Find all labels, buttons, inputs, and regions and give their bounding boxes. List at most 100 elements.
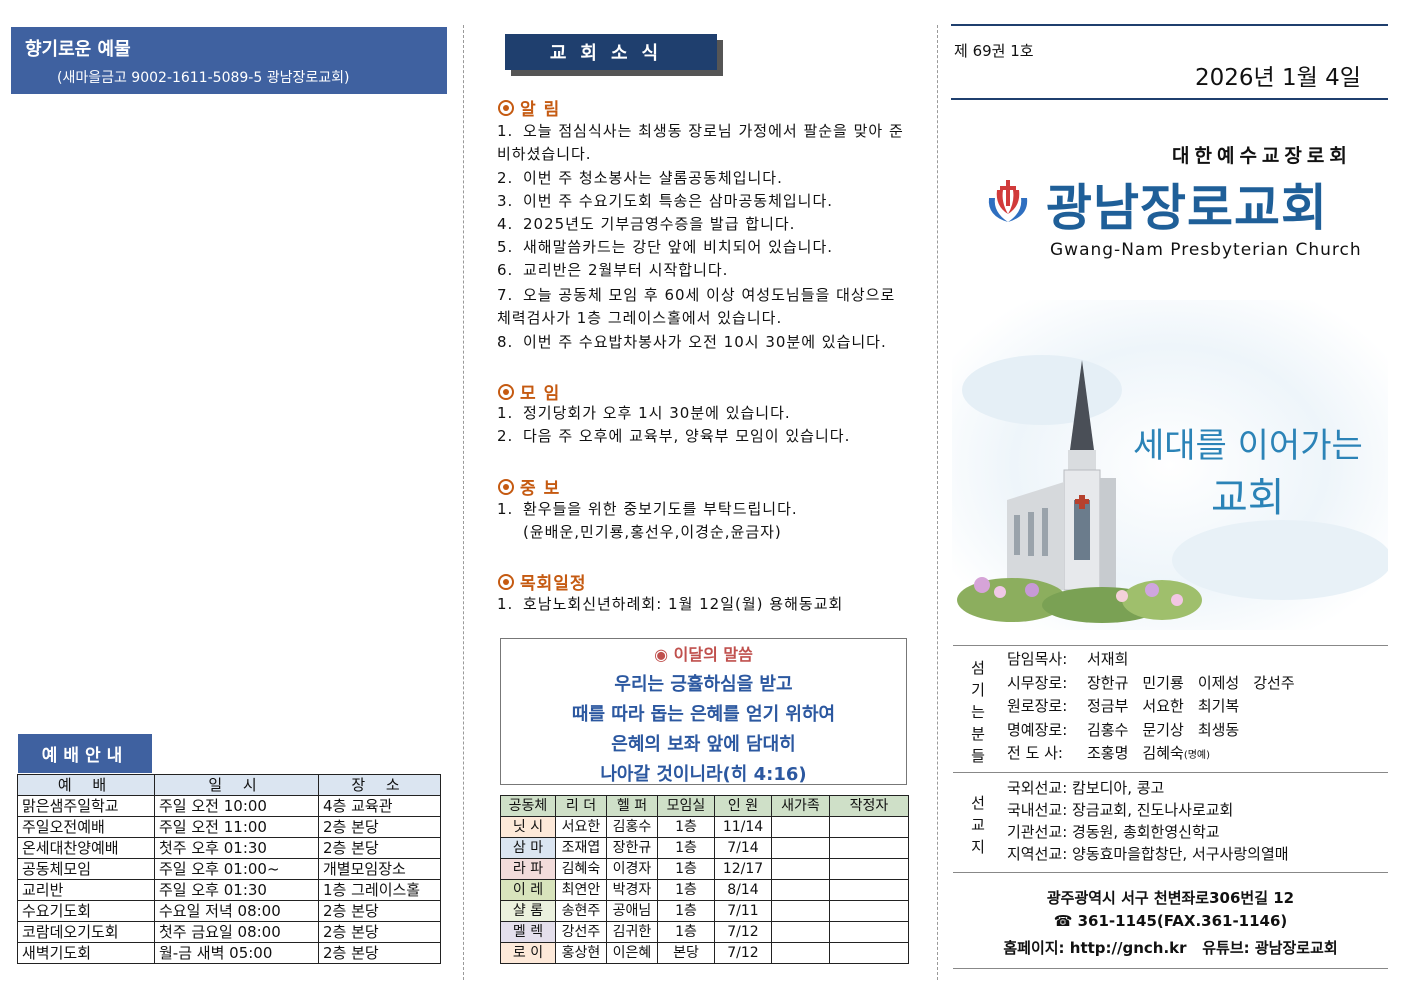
col-header-place: 장 소 bbox=[318, 774, 441, 796]
bullet-icon bbox=[498, 100, 514, 116]
service-place: 개별모임장소 bbox=[318, 858, 441, 880]
announcement-text: 이번 주 청소봉사는 샬롬공동체입니다. bbox=[523, 169, 783, 187]
slogan-line-1: 세대를 이어가는 bbox=[1133, 426, 1363, 466]
col-header: 헬 퍼 bbox=[606, 795, 658, 817]
table-row: 맑은샘주일학교 주일 오전 10:00 4층 교육관 bbox=[17, 795, 441, 817]
group-room: 본당 bbox=[657, 942, 715, 964]
denomination: 대한예수교장로회 bbox=[1172, 145, 1352, 167]
staff-role: 전 도 사: bbox=[1007, 744, 1063, 762]
offering-account: (새마을금고 9002-1611-5089-5 광남장로교회) bbox=[57, 70, 350, 86]
bullet-icon bbox=[498, 479, 514, 495]
list-item: 1. 오늘 점심식사는 최생동 장로님 가정에서 팔순을 맞아 준비하셨습니다. bbox=[497, 122, 904, 163]
group-newcomers bbox=[771, 942, 830, 964]
service-name: 맑은샘주일학교 bbox=[17, 795, 155, 817]
service-name: 온세대찬양예배 bbox=[17, 837, 155, 859]
table-row: 코람데오기도회 첫주 금요일 08:00 2층 본당 bbox=[17, 921, 441, 943]
col-header-time: 일 시 bbox=[154, 774, 319, 796]
service-name: 새벽기도회 bbox=[17, 942, 155, 964]
group-pledgers bbox=[829, 837, 909, 859]
group-count: 7/11 bbox=[714, 900, 772, 922]
presbytery-text: 호남노회신년하례회: 1월 12일(월) 용해동교회 bbox=[523, 595, 844, 613]
table-row: 샬 롬 송현주 공애님 1층 7/11 bbox=[500, 900, 909, 922]
worship-schedule-table: 예 배 일 시 장 소 맑은샘주일학교 주일 오전 10:00 4층 교육관 주일오… bbox=[17, 774, 441, 964]
group-room: 1층 bbox=[657, 837, 715, 859]
group-leader: 강선주 bbox=[555, 921, 607, 943]
group-room: 1층 bbox=[657, 879, 715, 901]
group-room: 1층 bbox=[657, 921, 715, 943]
list-item: 2. 이번 주 청소봉사는 샬롬공동체입니다. bbox=[497, 169, 783, 187]
service-place: 1층 그레이스홀 bbox=[318, 879, 441, 901]
verse-line: 은혜의 보좌 앞에 담대히 bbox=[611, 734, 796, 755]
list-item: 6. 교리반은 2월부터 시작합니다. bbox=[497, 261, 729, 279]
issue-number: 제 69권 1호 bbox=[954, 42, 1034, 60]
church-web-links[interactable]: 홈페이지: http://gnch.kr 유튜브: 광남장로교회 bbox=[953, 937, 1388, 958]
service-place: 4층 교육관 bbox=[318, 795, 441, 817]
column-divider-right bbox=[937, 25, 938, 980]
staff-row: 전 도 사: 조홍명 김혜숙(명예) bbox=[1007, 742, 1210, 767]
group-pledgers bbox=[829, 858, 909, 880]
list-item: 1. 호남노회신년하례회: 1월 12일(월) 용해동교회 bbox=[497, 595, 844, 613]
list-item: 8. 이번 주 수요밥차봉사가 오전 10시 30분에 있습니다. bbox=[497, 333, 887, 351]
table-row: 로 이 홍상현 이은혜 본당 7/12 bbox=[500, 942, 909, 964]
group-name: 로 이 bbox=[500, 942, 556, 964]
service-time: 월-금 새벽 05:00 bbox=[154, 942, 319, 964]
staff-role: 시무장로: bbox=[1007, 673, 1068, 692]
staff-row: 담임목사: 서재희 bbox=[1007, 648, 1142, 671]
slogan-line-2: 교회 bbox=[1211, 475, 1285, 521]
table-row: 삼 마 조재엽 장한규 1층 7/14 bbox=[500, 837, 909, 859]
divider bbox=[953, 645, 1388, 646]
meeting-text: 정기당회가 오후 1시 30분에 있습니다. bbox=[523, 404, 791, 422]
group-newcomers bbox=[771, 816, 830, 838]
church-name-english: Gwang-Nam Presbyterian Church bbox=[1050, 240, 1362, 260]
announcement-text: 새해말씀카드는 강단 앞에 비치되어 있습니다. bbox=[523, 238, 834, 256]
service-time: 첫주 오후 01:30 bbox=[154, 837, 319, 859]
mission-vertical-label: 선교지 bbox=[971, 794, 985, 856]
section-label: 목회일정 bbox=[520, 574, 587, 594]
monthly-verse-box: ◉ 이달의 말씀 우리는 긍휼하심을 받고 때를 따라 돕는 은혜를 얻기 위하… bbox=[500, 638, 907, 785]
group-name: 멜 렉 bbox=[500, 921, 556, 943]
announcement-text: 이번 주 수요기도회 특송은 삼마공동체입니다. bbox=[523, 192, 834, 210]
staff-row: 시무장로: 장한규 민기룡 이제성 강선주 bbox=[1007, 672, 1309, 695]
group-newcomers bbox=[771, 921, 830, 943]
verse-line: 때를 따라 돕는 은혜를 얻기 위하여 bbox=[571, 704, 836, 725]
table-header-row: 예 배 일 시 장 소 bbox=[17, 774, 441, 796]
list-item: 5. 새해말씀카드는 강단 앞에 비치되어 있습니다. bbox=[497, 238, 834, 256]
table-row: 온세대찬양예배 첫주 오후 01:30 2층 본당 bbox=[17, 837, 441, 859]
service-place: 2층 본당 bbox=[318, 837, 441, 859]
staff-name: 이제성 bbox=[1197, 673, 1240, 692]
group-count: 8/14 bbox=[714, 879, 772, 901]
divider bbox=[953, 772, 1388, 773]
group-leader: 송현주 bbox=[555, 900, 607, 922]
announcement-text: 오늘 점심식사는 최생동 장로님 가정에서 팔순을 맞아 준비하셨습니다. bbox=[497, 122, 904, 163]
staff-name: 강선주 bbox=[1253, 673, 1295, 692]
section-heading-announcements: 알림 bbox=[498, 95, 567, 120]
group-pledgers bbox=[829, 879, 909, 901]
divider bbox=[953, 872, 1388, 873]
church-news-title: 교회소식 bbox=[505, 34, 717, 70]
list-item: 2. 다음 주 오후에 교육부, 양육부 모임이 있습니다. bbox=[497, 427, 851, 445]
staff-role: 담임목사: bbox=[1007, 650, 1068, 668]
service-name: 주일오전예배 bbox=[17, 816, 155, 838]
group-pledgers bbox=[829, 942, 909, 964]
list-item: 3. 이번 주 수요기도회 특송은 삼마공동체입니다. bbox=[497, 192, 834, 210]
announcement-text: 이번 주 수요밥차봉사가 오전 10시 30분에 있습니다. bbox=[523, 333, 887, 351]
staff-name: 정금부 bbox=[1087, 697, 1129, 715]
group-count: 7/12 bbox=[714, 921, 772, 943]
group-leader: 김혜숙 bbox=[555, 858, 607, 880]
group-count: 12/17 bbox=[714, 858, 772, 880]
staff-name: 조홍명 bbox=[1087, 744, 1129, 762]
church-logo-icon bbox=[988, 180, 1028, 222]
group-name: 이 레 bbox=[500, 879, 556, 901]
section-heading-prayer: 중보 bbox=[498, 474, 567, 499]
prayer-names: (윤배운,민기룡,홍선우,이경순,윤금자) bbox=[523, 523, 782, 541]
table-header-row: 공동체 리 더 헬 퍼 모임실 인 원 새가족 작정자 bbox=[500, 795, 909, 817]
staff-name: 서재희 bbox=[1087, 650, 1129, 668]
church-address: 광주광역시 서구 천변좌로306번길 12 bbox=[1046, 889, 1295, 907]
mission-item: 국내선교: 장금교회, 진도나사로교회 bbox=[1007, 801, 1234, 819]
service-time: 첫주 금요일 08:00 bbox=[154, 921, 319, 943]
group-newcomers bbox=[771, 879, 830, 901]
staff-row: 명예장로: 김홍수 문기상 최생동 bbox=[1007, 719, 1253, 742]
staff-vertical-label: 섬기는분들 bbox=[971, 659, 985, 765]
verse-line: 우리는 긍휼하심을 받고 bbox=[614, 674, 793, 695]
group-helper: 공애님 bbox=[606, 900, 658, 922]
